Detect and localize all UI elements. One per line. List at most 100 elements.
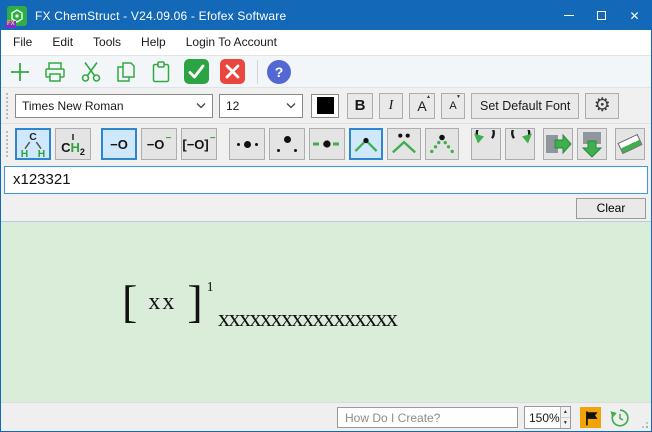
send-right-button[interactable]: [543, 128, 573, 160]
chem-toolbar: C H H CH2 −O −O− [−O]−: [1, 124, 651, 164]
increase-font-button[interactable]: A ▲: [409, 93, 435, 119]
o-single-label: −O: [110, 137, 128, 152]
set-default-font-button[interactable]: Set Default Font: [471, 93, 579, 119]
bracket-group: [ xx ] 1: [122, 279, 214, 325]
help-button[interactable]: ?: [267, 60, 291, 84]
bold-button[interactable]: B: [347, 93, 373, 119]
spinner-buttons: ▲ ▼: [560, 407, 570, 428]
o-minus-label: −O: [147, 137, 165, 152]
ch2-icon: CH2: [61, 134, 85, 154]
menu-bar: File Edit Tools Help Login To Account: [1, 30, 651, 56]
rotate-cw-button[interactable]: [505, 128, 535, 160]
status-bar: 150% ▲ ▼: [1, 402, 651, 431]
zoom-spinner[interactable]: 150% ▲ ▼: [524, 406, 571, 429]
set-default-font-label: Set Default Font: [480, 99, 570, 113]
svg-text:H: H: [38, 149, 45, 159]
o-bracket-label: [−O]: [182, 137, 208, 152]
font-size-select[interactable]: 12: [219, 94, 303, 118]
caret-down-icon: ▼: [456, 95, 461, 100]
bracket-close: ]: [187, 279, 202, 325]
main-toolbar: ?: [1, 56, 651, 88]
app-window: FX FX ChemStruct - V24.09.06 - Efofex So…: [0, 0, 652, 432]
menu-help[interactable]: Help: [131, 30, 176, 55]
new-button[interactable]: [9, 61, 31, 83]
angle-electrons-icon: [426, 131, 458, 157]
printer-icon: [42, 60, 68, 84]
rotate-ccw-icon: [472, 130, 500, 158]
app-icon: FX: [7, 6, 27, 26]
menu-tools[interactable]: Tools: [83, 30, 131, 55]
paste-button[interactable]: [149, 60, 173, 84]
radical-dots-triangle-button[interactable]: [269, 128, 305, 160]
eraser-icon: [617, 134, 642, 154]
o-minus-charge: −: [165, 133, 171, 144]
toolbar-separator: [257, 60, 258, 84]
oxygen-single-button[interactable]: −O: [101, 128, 137, 160]
methane-group-button[interactable]: C H H: [15, 128, 51, 160]
close-button[interactable]: ✕: [618, 1, 651, 30]
close-icon: ✕: [629, 9, 639, 23]
how-do-i-create-input[interactable]: [337, 407, 518, 428]
question-icon: ?: [275, 64, 284, 80]
oxygen-anion-button[interactable]: −O−: [141, 128, 177, 160]
title-bar[interactable]: FX FX ChemStruct - V24.09.06 - Efofex So…: [1, 1, 651, 30]
copy-icon: [114, 60, 138, 84]
menu-edit[interactable]: Edit: [42, 30, 83, 55]
menu-file[interactable]: File: [3, 30, 42, 55]
maximize-button[interactable]: [585, 1, 618, 30]
zoom-value: 150%: [525, 407, 560, 428]
font-settings-button[interactable]: ⚙: [585, 93, 619, 119]
resize-grip[interactable]: [638, 418, 648, 428]
decrease-font-button[interactable]: A ▼: [441, 93, 465, 119]
send-down-button[interactable]: [577, 128, 607, 160]
spinner-down-icon[interactable]: ▼: [561, 418, 570, 428]
menu-login-to-account[interactable]: Login To Account: [176, 30, 287, 55]
angle-lone-pair-button[interactable]: [387, 128, 421, 160]
copy-button[interactable]: [114, 60, 138, 84]
minimize-icon: [564, 15, 574, 16]
o-bracket-charge: −: [210, 133, 216, 144]
bold-label: B: [355, 97, 366, 114]
print-button[interactable]: [42, 60, 68, 84]
group-text: xx: [148, 290, 176, 314]
spinner-up-icon[interactable]: ▲: [561, 407, 570, 418]
cancel-button[interactable]: [220, 59, 245, 84]
app-badge: FX: [6, 21, 16, 28]
toolbar-grip[interactable]: [6, 131, 10, 157]
dots-triangle-icon: [270, 129, 304, 159]
gear-icon: ⚙: [594, 94, 611, 117]
flag-icon: [582, 409, 600, 427]
ch2-group-button[interactable]: CH2: [55, 128, 91, 160]
font-color-button[interactable]: [311, 94, 339, 118]
rotate-ccw-button[interactable]: [471, 128, 501, 160]
rotate-cw-icon: [506, 130, 534, 158]
bond-dot-icon: [310, 130, 344, 158]
ch-hh-icon: C H H: [17, 129, 49, 159]
font-family-select[interactable]: Times New Roman: [15, 94, 213, 118]
decrease-font-label: A: [449, 100, 456, 112]
chevron-down-icon: [196, 102, 206, 109]
oxygen-bracket-anion-button[interactable]: [−O]−: [181, 128, 217, 160]
maximize-icon: [597, 11, 606, 20]
italic-button[interactable]: I: [379, 93, 403, 119]
angle-radical-button[interactable]: [349, 128, 383, 160]
toolbar-grip[interactable]: [6, 93, 10, 119]
eraser-button[interactable]: [615, 128, 645, 160]
svg-text:C: C: [29, 132, 37, 143]
minimize-button[interactable]: [552, 1, 585, 30]
scissors-icon: [79, 60, 103, 83]
cut-button[interactable]: [79, 60, 103, 83]
bond-dot-button[interactable]: [309, 128, 345, 160]
structure-canvas[interactable]: [ xx ] 1 xxxxxxxxxxxxxxxxx: [1, 221, 651, 402]
structure-input[interactable]: [4, 166, 648, 194]
angle-electrons-button[interactable]: [425, 128, 459, 160]
window-controls: ✕: [552, 1, 651, 30]
clear-button[interactable]: Clear: [576, 198, 646, 219]
apply-button[interactable]: [184, 59, 209, 84]
caret-up-icon: ▲: [426, 95, 431, 100]
font-family-value: Times New Roman: [22, 99, 124, 113]
flag-button[interactable]: [580, 407, 601, 428]
radical-dots-row-button[interactable]: [229, 128, 265, 160]
plus-icon: [9, 61, 31, 83]
history-button[interactable]: [608, 406, 631, 429]
